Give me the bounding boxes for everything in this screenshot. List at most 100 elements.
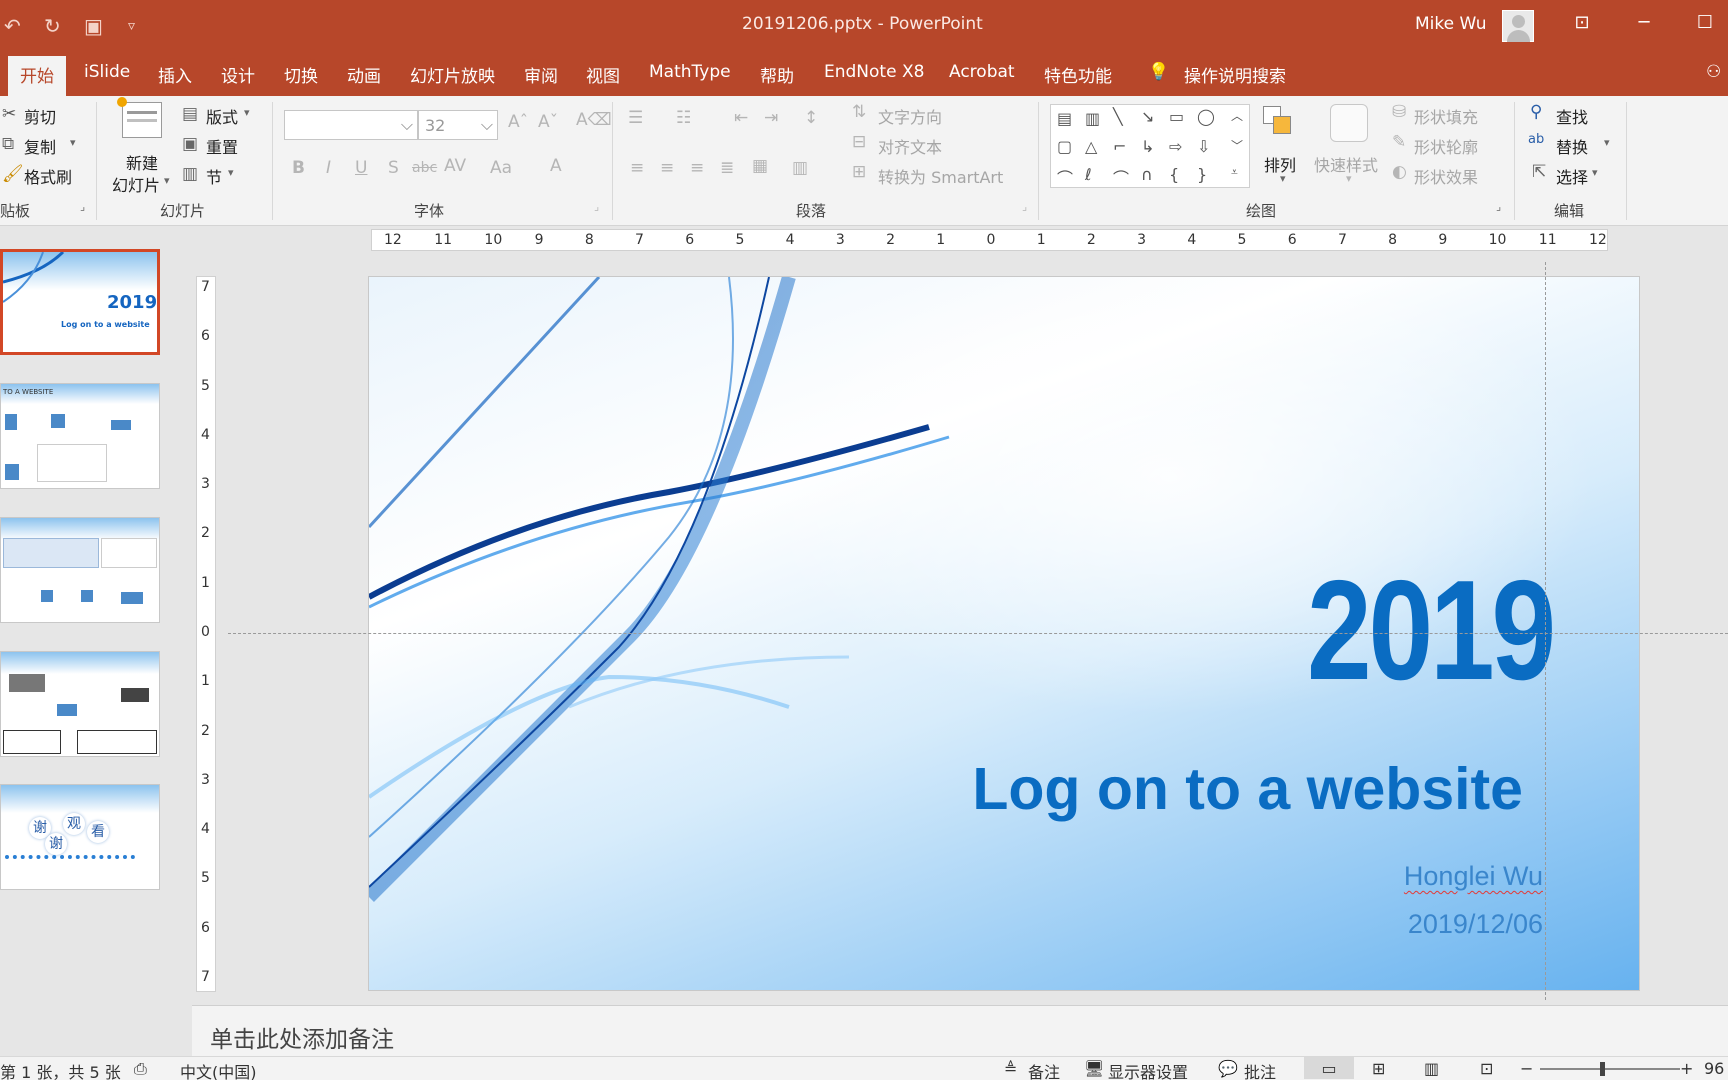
- tab-islide[interactable]: iSlide: [84, 62, 130, 82]
- zoom-slider[interactable]: [1540, 1068, 1680, 1070]
- elbow-arrow-icon[interactable]: ↳: [1141, 137, 1154, 156]
- undo-icon[interactable]: ↶: [4, 14, 21, 38]
- right-arrow-icon[interactable]: ⇨: [1169, 137, 1182, 156]
- chevron-down-icon[interactable]: ﹀: [1231, 137, 1243, 154]
- font-size-combo[interactable]: 32 ⌵: [418, 110, 498, 140]
- freeform-icon[interactable]: ⌒: [1057, 165, 1073, 189]
- arc-icon[interactable]: ⌒: [1113, 165, 1129, 189]
- tab-mathtype[interactable]: MathType: [649, 62, 731, 82]
- left-brace-icon[interactable]: {: [1169, 165, 1179, 184]
- slide-thumbnail-3[interactable]: [0, 517, 160, 623]
- copy-button[interactable]: 复制: [24, 134, 56, 158]
- strikethrough-button[interactable]: abc: [412, 160, 437, 176]
- align-text-button[interactable]: 对齐文本: [878, 134, 942, 158]
- oval-icon[interactable]: ◯: [1197, 107, 1215, 126]
- tab-home[interactable]: 开始: [8, 56, 66, 96]
- tab-help[interactable]: 帮助: [760, 62, 794, 87]
- comments-button[interactable]: 批注: [1244, 1059, 1276, 1080]
- gallery-more-icon[interactable]: ⩡: [1231, 165, 1238, 180]
- slide-show-icon[interactable]: ⊡: [1480, 1059, 1493, 1078]
- triangle-icon[interactable]: △: [1085, 137, 1097, 156]
- align-center-icon[interactable]: ≡: [660, 158, 674, 178]
- tab-slide-show[interactable]: 幻灯片放映: [410, 62, 495, 87]
- justify-icon[interactable]: ≣: [720, 158, 734, 178]
- columns-icon[interactable]: ▥: [792, 158, 808, 178]
- notes-button[interactable]: 备注: [1028, 1059, 1060, 1080]
- font-color-button[interactable]: A: [550, 156, 562, 176]
- replace-dropdown-icon[interactable]: ▾: [1604, 136, 1610, 149]
- bold-button[interactable]: B: [292, 158, 305, 178]
- reset-button[interactable]: 重置: [206, 134, 238, 158]
- character-spacing-button[interactable]: AV: [444, 156, 466, 176]
- slide-thumbnail-1[interactable]: 2019 Log on to a website: [0, 249, 160, 355]
- slide-thumbnail-4[interactable]: [0, 651, 160, 757]
- vertical-guide[interactable]: [1545, 262, 1546, 1000]
- tab-animations[interactable]: 动画: [347, 62, 381, 87]
- tell-me-search[interactable]: 操作说明搜索: [1184, 62, 1286, 87]
- new-slide-dropdown-icon[interactable]: ▾: [164, 174, 170, 187]
- arrange-dropdown-icon[interactable]: ▾: [1280, 172, 1286, 185]
- quick-styles-dropdown-icon[interactable]: ▾: [1346, 172, 1352, 185]
- shapes-gallery[interactable]: ▤ ▥ ╲ ↘ ▭ ◯ ▢ △ ⌐ ↳ ⇨ ⇩ ⌒ ℓ ⌒ ∩ { } ︿ ﹀ …: [1050, 104, 1250, 188]
- font-launcher-icon[interactable]: ⌟: [594, 200, 599, 213]
- present-from-start-icon[interactable]: ▣: [84, 14, 103, 38]
- change-case-button[interactable]: Aa: [490, 158, 512, 178]
- new-slide-icon[interactable]: [117, 97, 162, 138]
- customize-quick-access-icon[interactable]: ▿: [128, 18, 135, 34]
- section-dropdown-icon[interactable]: ▾: [228, 166, 234, 179]
- text-direction-button[interactable]: 文字方向: [878, 104, 942, 128]
- notes-pane[interactable]: 单击此处添加备注: [192, 1005, 1728, 1056]
- distributed-icon[interactable]: ▦: [752, 156, 768, 176]
- select-dropdown-icon[interactable]: ▾: [1592, 166, 1598, 179]
- right-brace-icon[interactable]: }: [1197, 165, 1207, 184]
- font-name-combo[interactable]: ⌵: [284, 110, 418, 140]
- scribble-icon[interactable]: ℓ: [1085, 165, 1092, 184]
- normal-view-icon[interactable]: ▭: [1304, 1057, 1354, 1079]
- shape-effects-button[interactable]: 形状效果: [1414, 164, 1478, 188]
- slide-year[interactable]: 2019: [1307, 560, 1556, 702]
- horizontal-ruler[interactable]: 12 11 10 9 8 7 6 5 4 3 2 1 0 1 2 3 4 5 6 7 8 9 10 11 12: [371, 229, 1608, 251]
- replace-button[interactable]: 替换: [1556, 134, 1588, 158]
- clipboard-launcher-icon[interactable]: ⌟: [80, 200, 85, 213]
- reading-view-icon[interactable]: ▥: [1424, 1059, 1439, 1078]
- decrease-indent-icon[interactable]: ⇤: [734, 108, 748, 128]
- tab-acrobat[interactable]: Acrobat: [949, 62, 1015, 82]
- slide-title[interactable]: Log on to a website: [972, 755, 1523, 823]
- minimize-icon[interactable]: ─: [1629, 12, 1659, 33]
- slide-thumbnail-5[interactable]: 谢 观 谢 看: [0, 784, 160, 890]
- new-slide-button[interactable]: 新建: [126, 150, 158, 174]
- copy-dropdown-icon[interactable]: ▾: [70, 136, 76, 149]
- line-spacing-icon[interactable]: ↕: [804, 108, 818, 128]
- increase-indent-icon[interactable]: ⇥: [764, 108, 778, 128]
- shape-outline-button[interactable]: 形状轮廓: [1414, 134, 1478, 158]
- notes-placeholder[interactable]: 单击此处添加备注: [210, 1020, 394, 1054]
- zoom-level[interactable]: 96: [1704, 1059, 1724, 1078]
- cut-button[interactable]: 剪切: [24, 104, 56, 128]
- zoom-in-icon[interactable]: +: [1680, 1059, 1693, 1078]
- zoom-slider-thumb[interactable]: [1600, 1062, 1605, 1076]
- slide-author[interactable]: Honglei Wu: [1404, 861, 1543, 892]
- elbow-connector-icon[interactable]: ⌐: [1113, 137, 1126, 156]
- language-indicator[interactable]: 中文(中国): [180, 1059, 257, 1080]
- share-icon[interactable]: ⚇: [1706, 62, 1721, 82]
- shrink-font-icon[interactable]: Aˇ: [538, 112, 558, 132]
- avatar[interactable]: [1502, 10, 1534, 42]
- zoom-out-icon[interactable]: −: [1520, 1059, 1533, 1078]
- tab-review[interactable]: 审阅: [524, 62, 558, 87]
- shape-fill-button[interactable]: 形状填充: [1414, 104, 1478, 128]
- align-left-icon[interactable]: ≡: [630, 158, 644, 178]
- new-slide-label-2[interactable]: 幻灯片: [112, 172, 160, 196]
- underline-button[interactable]: U: [355, 158, 367, 178]
- tab-special-features[interactable]: 特色功能: [1044, 62, 1112, 87]
- bullets-icon[interactable]: ☰: [628, 108, 643, 128]
- tab-view[interactable]: 视图: [586, 62, 620, 87]
- tab-insert[interactable]: 插入: [158, 62, 192, 87]
- vertical-text-box-icon[interactable]: ▥: [1085, 109, 1100, 128]
- spell-check-icon[interactable]: ⎙: [134, 1059, 147, 1079]
- horizontal-guide[interactable]: [228, 633, 1728, 634]
- slide-date[interactable]: 2019/12/06: [1408, 909, 1543, 940]
- ribbon-display-options-icon[interactable]: ⊡: [1567, 12, 1597, 33]
- arrow-line-icon[interactable]: ↘: [1141, 107, 1154, 126]
- slide-thumbnail-2[interactable]: TO A WEBSITE: [0, 383, 160, 489]
- format-painter-button[interactable]: 格式刷: [24, 164, 72, 188]
